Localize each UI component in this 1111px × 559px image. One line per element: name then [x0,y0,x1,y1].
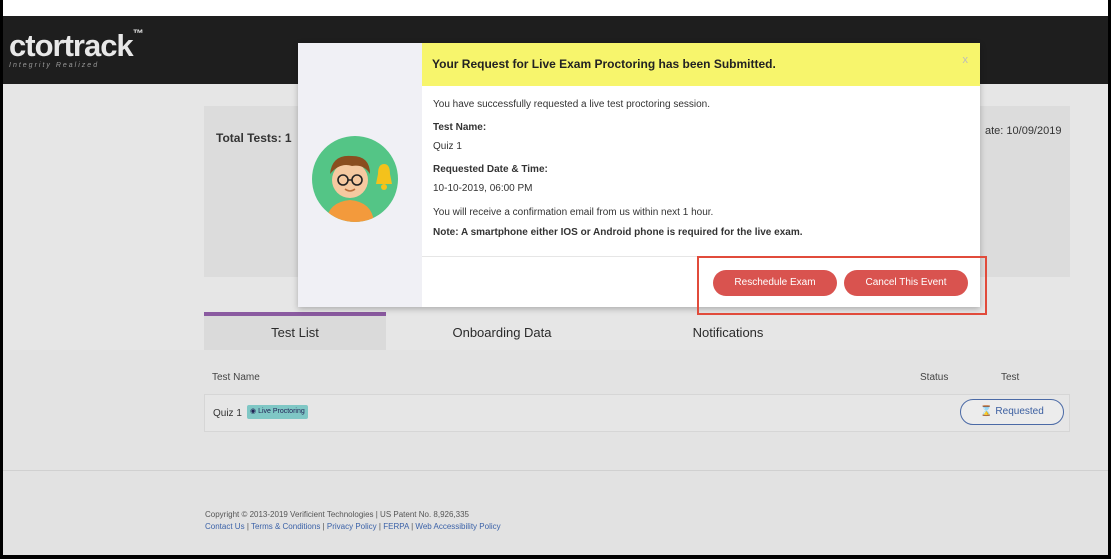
requested-button[interactable]: ⌛ Requested [960,399,1064,425]
app-logo[interactable]: ctortrack™ [9,28,144,64]
footer [3,470,1108,556]
modal-title: Your Request for Live Exam Proctoring ha… [432,57,776,71]
success-message: You have successfully requested a live t… [433,99,711,110]
privacy-policy-link[interactable]: Privacy Policy [327,522,377,531]
confirmation-message: You will receive a confirmation email fr… [433,207,714,218]
top-margin [0,0,1111,16]
date-label: ate: 10/09/2019 [985,125,1062,137]
modal-illustration-panel [298,43,422,307]
live-proctoring-badge: ◉ Live Proctoring [247,405,308,419]
test-name-cell: Quiz 1 [213,408,242,419]
tab-notifications[interactable]: Notifications [618,316,838,350]
datetime-value: 10-10-2019, 06:00 PM [433,183,533,194]
close-icon[interactable]: x [963,54,969,66]
hourglass-icon: ⌛ [980,406,993,417]
test-name-value: Quiz 1 [433,141,462,152]
footer-links: Contact Us | Terms & Conditions | Privac… [205,522,501,531]
modal-header: Your Request for Live Exam Proctoring ha… [422,43,980,86]
table-row: Quiz 1 ◉ Live Proctoring ⌛ Requested [204,394,1070,432]
tab-onboarding-data[interactable]: Onboarding Data [386,316,618,350]
column-header-test: Test [1001,372,1020,383]
datetime-label: Requested Date & Time: [433,164,548,175]
screen: ctortrack™ Integrity Realized Total Test… [0,0,1111,559]
eye-icon: ◉ [250,408,259,415]
test-name-label: Test Name: [433,122,487,133]
ferpa-link[interactable]: FERPA [383,522,409,531]
column-header-test-name: Test Name [212,372,260,383]
total-tests-label: Total Tests: 1 [216,131,292,145]
smartphone-note: Note: A smartphone either IOS or Android… [433,227,803,238]
column-header-status: Status [920,372,949,383]
avatar-illustration [312,136,398,222]
frame-border-bottom [0,555,1111,559]
contact-us-link[interactable]: Contact Us [205,522,245,531]
web-accessibility-link[interactable]: Web Accessibility Policy [415,522,500,531]
logo-tagline: Integrity Realized [9,62,100,69]
copyright-text: Copyright © 2013-2019 Verificient Techno… [205,510,469,519]
terms-link[interactable]: Terms & Conditions [251,522,320,531]
frame-border-left [0,0,3,559]
annotation-highlight-box [697,256,987,315]
tab-bar: Test List Onboarding Data Notifications [204,312,1070,350]
tab-test-list[interactable]: Test List [204,312,386,350]
